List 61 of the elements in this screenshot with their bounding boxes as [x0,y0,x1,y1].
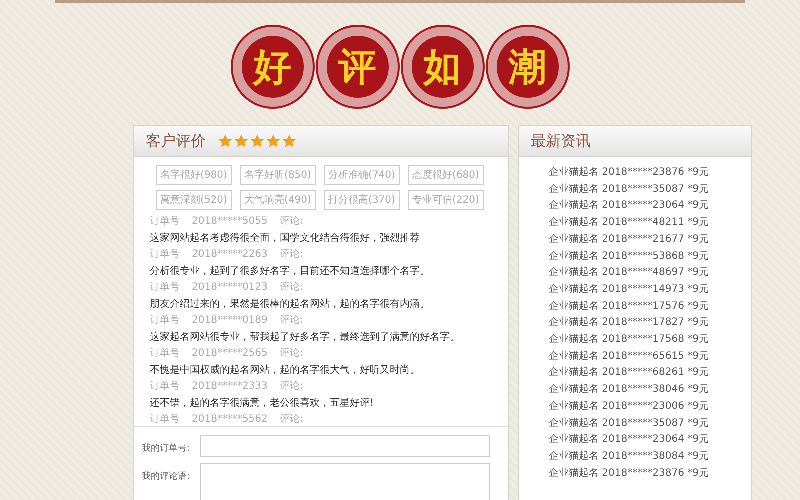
news-link[interactable]: 企业猫起名 2018*****17576 *9元 [549,298,751,316]
order-number: 2018*****5562 [192,413,268,426]
order-number: 2018*****2565 [192,347,268,361]
review-text: 不愧是中国权威的起名网站，起的名字很大气，好听又时尚。 [150,364,421,378]
news-link[interactable]: 企业猫起名 2018*****38084 *9元 [549,448,751,466]
order-number: 2018*****0189 [192,314,268,328]
order-label: 订单号 [150,248,180,262]
news-link[interactable]: 企业猫起名 2018*****23006 *9元 [549,398,751,416]
order-label: 订单号 [150,346,180,361]
news-link[interactable]: 企业猫起名 2018*****53868 *9元 [549,248,751,266]
news-link[interactable]: 企业猫起名 2018*****17568 *9元 [549,332,751,349]
news-link[interactable]: 企业猫起名 2018*****23876 *9元 [549,466,751,482]
comment-label: 评论: [280,314,304,328]
comment-field[interactable] [200,463,490,500]
comment-label: 评论: [280,248,304,262]
order-label: 订单号 [150,214,180,229]
order-number-field[interactable] [200,435,490,457]
order-number: 2018*****2333 [192,380,268,394]
field-label: 我的订单号: [142,442,192,455]
order-label: 订单号 [150,314,180,328]
comment-label: 评论: [280,347,304,361]
order-label: 订单号 [150,280,180,295]
news-link[interactable]: 企业猫起名 2018*****48211 *9元 [549,215,751,232]
order-label: 订单号 [150,380,180,394]
medallion-badge: 如 [402,27,482,107]
news-link[interactable]: 企业猫起名 2018*****68261 *9元 [549,365,751,382]
news-link[interactable]: 企业猫起名 2018*****23064 *9元 [549,198,751,216]
review-text: 还不错，起的名字很满意，老公很喜欢，五星好评! [150,396,376,410]
order-number: 2018*****0123 [192,281,268,295]
order-label: 订单号 [150,412,180,426]
star-icon [282,134,297,148]
review-text: 分析很专业，起到了很多好名字，目前还不知道选择哪个名字。 [150,264,431,278]
star-icon [250,134,265,148]
comment-label: 评论: [280,281,304,295]
news-link[interactable]: 企业猫起名 2018*****23876 *9元 [549,165,751,182]
news-link[interactable]: 企业猫起名 2018*****35087 *9元 [549,182,751,198]
comment-label: 评论: [280,380,304,394]
star-icon [234,134,249,148]
news-link[interactable]: 企业猫起名 2018*****48697 *9元 [549,265,751,282]
news-link[interactable]: 企业猫起名 2018*****14973 *9元 [549,282,751,299]
news-link[interactable]: 企业猫起名 2018*****38046 *9元 [549,382,751,399]
order-number: 2018*****5055 [192,215,268,229]
panel-title: 最新资讯 [531,132,591,150]
medallion-badge: 评 [318,27,398,107]
comment-label: 评论: [280,215,304,229]
comment-label: 评论: [280,413,304,426]
field-label: 我的评论语: [142,470,192,483]
review-text: 朋友介绍过来的，果然是很棒的起名网站，起的名字很有内涵。 [150,298,431,312]
panel-title: 客户评价 [146,132,206,150]
order-number: 2018*****2263 [192,248,268,262]
star-icon [266,134,281,148]
news-link[interactable]: 企业猫起名 2018*****65615 *9元 [549,348,751,366]
star-icon [218,134,233,148]
medallion-badge: 潮 [488,27,568,107]
medallion-badge: 好 [232,27,312,107]
review-text: 这家网站起名考虑得很全面，国学文化结合得很好，强烈推荐 [150,232,421,246]
news-link[interactable]: 企业猫起名 2018*****21677 *9元 [549,232,751,249]
review-text: 这家起名网站很专业，帮我起了好多名字，最终选到了满意的好名字。 [150,330,461,344]
news-link[interactable]: 企业猫起名 2018*****23064 *9元 [549,432,751,449]
news-link[interactable]: 企业猫起名 2018*****17827 *9元 [549,315,751,332]
news-link[interactable]: 企业猫起名 2018*****35087 *9元 [549,416,751,432]
